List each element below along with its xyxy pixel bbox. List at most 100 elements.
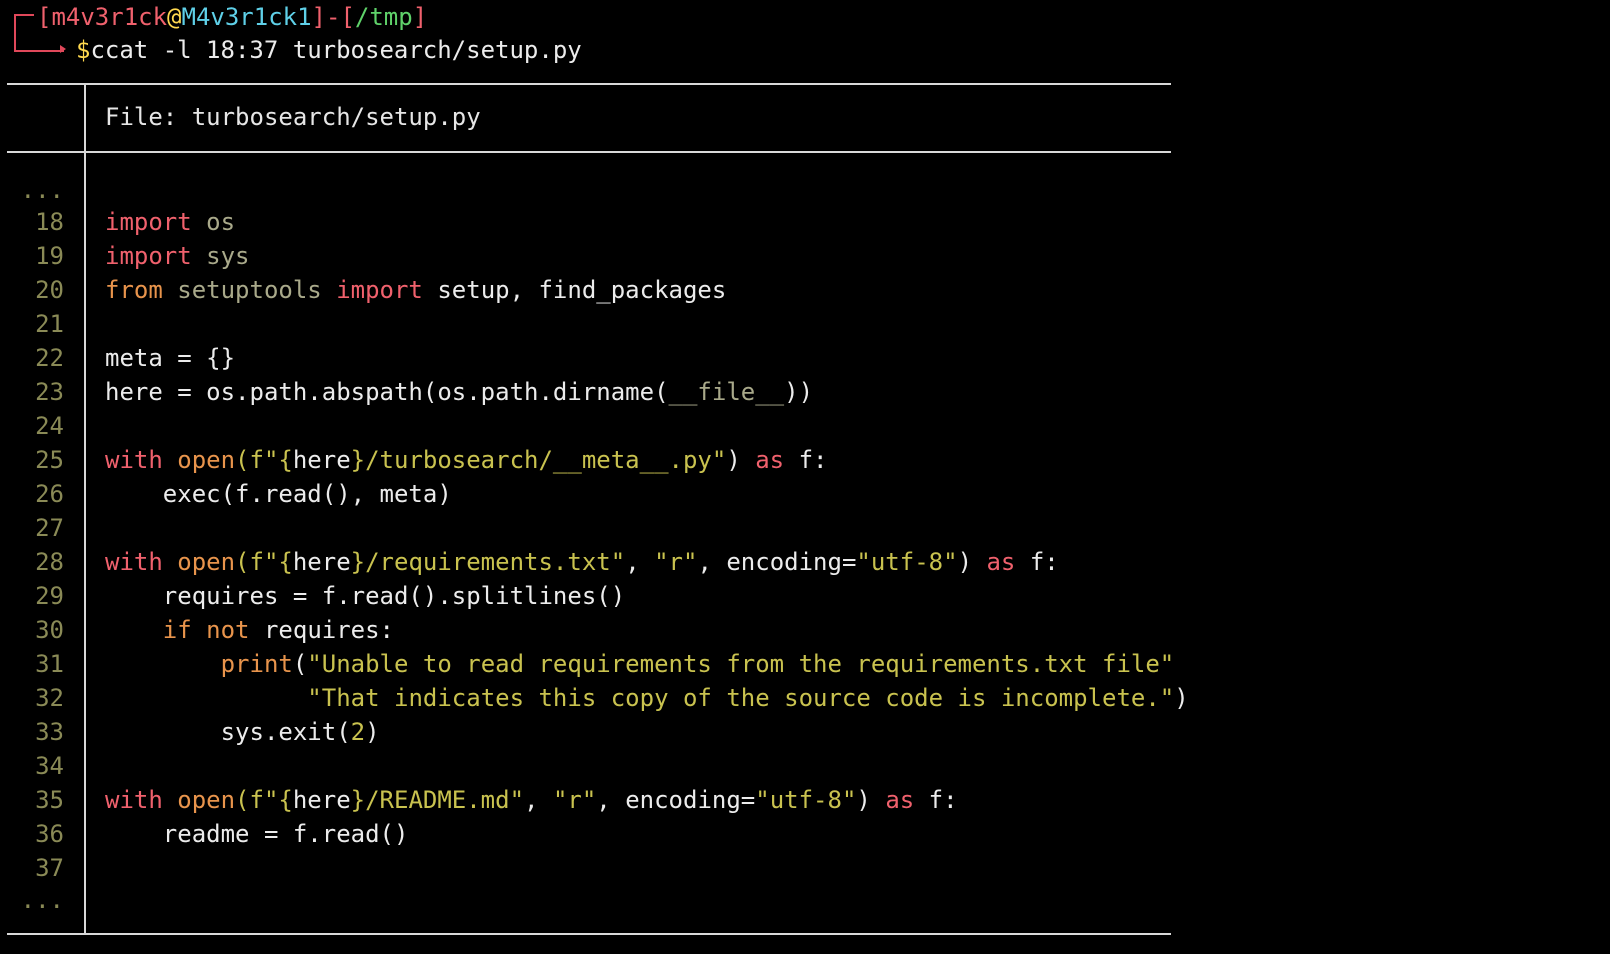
prompt-at: @ xyxy=(167,3,182,31)
token-keyword: import xyxy=(105,208,192,236)
line-number: 19 xyxy=(35,242,64,270)
token-text: here xyxy=(292,786,351,814)
token-string: "That indicates this copy of the source … xyxy=(307,684,1175,712)
prompt-dash: - xyxy=(326,3,341,31)
code-line-23: here = os.path.abspath(os.path.dirname(_… xyxy=(105,375,1189,409)
line-number: 30 xyxy=(35,616,64,644)
code-line-28: with open(f"{here}/requirements.txt", "r… xyxy=(105,545,1189,579)
line-number: 31 xyxy=(35,650,64,678)
command-line: $ccat -l 18:37 turbosearch/setup.py xyxy=(76,35,582,65)
line-number: 24 xyxy=(35,412,64,440)
line-number: 22 xyxy=(35,344,64,372)
frame-header-rule xyxy=(7,151,1171,153)
line-number: 26 xyxy=(35,480,64,508)
code-line-35: with open(f"{here}/README.md", "r", enco… xyxy=(105,783,1189,817)
token-text: , encoding= xyxy=(596,786,756,814)
token-string: "r" xyxy=(654,548,698,576)
code-line-30: if not requires: xyxy=(105,613,1189,647)
code-line-33: sys.exit(2) xyxy=(105,715,1189,749)
code-line-26: exec(f.read(), meta) xyxy=(105,477,1189,511)
token-keyword: from xyxy=(105,276,163,304)
command-text: ccat -l 18:37 turbosearch/setup.py xyxy=(90,36,582,64)
token-text: requires = f.read().splitlines() xyxy=(105,582,626,610)
token-keyword: with xyxy=(105,786,163,814)
token-text: here xyxy=(292,548,351,576)
token-module: os xyxy=(191,208,236,236)
prompt-path: /tmp xyxy=(354,3,413,31)
token-string: }/turbosearch/__meta__.py" xyxy=(350,446,727,474)
prompt-host: M4v3r1ck1 xyxy=(181,3,312,31)
token-string: "utf-8" xyxy=(755,786,857,814)
token-text: , encoding= xyxy=(697,548,857,576)
line-number: 28 xyxy=(35,548,64,576)
gutter-ellipsis-top: ... xyxy=(20,176,64,204)
prompt-header: [m4v3r1ck@M4v3r1ck1]-[/tmp] xyxy=(37,2,427,32)
token-string: (f"{ xyxy=(235,786,293,814)
token-module: setuptools xyxy=(162,276,337,304)
token-text: f: xyxy=(1015,548,1059,576)
line-number: 20 xyxy=(35,276,64,304)
token-text: readme = f.read() xyxy=(105,820,409,848)
token-keyword: with xyxy=(105,446,163,474)
token-keyword: as xyxy=(885,786,915,814)
prompt-user: m4v3r1ck xyxy=(51,3,168,31)
code-line-18: import os xyxy=(105,205,1189,239)
line-number: 33 xyxy=(35,718,64,746)
code-line-25: with open(f"{here}/turbosearch/__meta__.… xyxy=(105,443,1189,477)
code-line-29: requires = f.read().splitlines() xyxy=(105,579,1189,613)
file-header: File: turbosearch/setup.py xyxy=(105,103,481,131)
code-line-36: readme = f.read() xyxy=(105,817,1189,851)
token-text: ) xyxy=(365,718,380,746)
token-text: )) xyxy=(784,378,814,406)
token-text: setup, find_packages xyxy=(422,276,727,304)
code-line-blank-top xyxy=(105,175,1189,205)
token-module: sys xyxy=(191,242,250,270)
token-keyword: with xyxy=(105,548,163,576)
code-line-31: print("Unable to read requirements from … xyxy=(105,647,1189,681)
token-keyword: not xyxy=(206,616,250,644)
token-text: , xyxy=(625,548,655,576)
token-string: }/README.md" xyxy=(350,786,525,814)
code-line-19: import sys xyxy=(105,239,1189,273)
token-builtin: print xyxy=(220,650,293,678)
token-keyword: import xyxy=(336,276,423,304)
token-text: ) xyxy=(856,786,886,814)
prompt-path-close: ] xyxy=(412,3,428,31)
token-text: f: xyxy=(914,786,958,814)
token-text: requires: xyxy=(249,616,395,644)
line-number: 34 xyxy=(35,752,64,780)
prompt-path-open: [ xyxy=(340,3,355,31)
code-line-22: meta = {} xyxy=(105,341,1189,375)
line-number: 21 xyxy=(35,310,64,338)
token-string: "r" xyxy=(552,786,597,814)
token-text: exec(f.read(), meta) xyxy=(105,480,452,508)
line-number: 37 xyxy=(35,854,64,882)
token-string: }/requirements.txt" xyxy=(350,548,626,576)
token-text: sys.exit( xyxy=(105,718,351,746)
token-text: ( xyxy=(292,650,308,678)
token-text: , xyxy=(524,786,553,814)
line-number: 23 xyxy=(35,378,64,406)
prompt-corner-icon xyxy=(14,14,64,52)
line-number: 32 xyxy=(35,684,64,712)
line-number: 29 xyxy=(35,582,64,610)
line-number: 18 xyxy=(35,208,64,236)
token-text: meta = {} xyxy=(105,344,236,372)
token-keyword: if xyxy=(162,616,192,644)
token-builtin: open xyxy=(177,446,236,474)
line-number: 27 xyxy=(35,514,64,542)
token-text: ) xyxy=(957,548,987,576)
token-builtin: open xyxy=(177,548,236,576)
frame-bottom-rule xyxy=(7,933,1171,935)
gutter-ellipsis-bottom: ... xyxy=(20,886,64,914)
token-text: here xyxy=(292,446,351,474)
token-text: ) xyxy=(726,446,756,474)
